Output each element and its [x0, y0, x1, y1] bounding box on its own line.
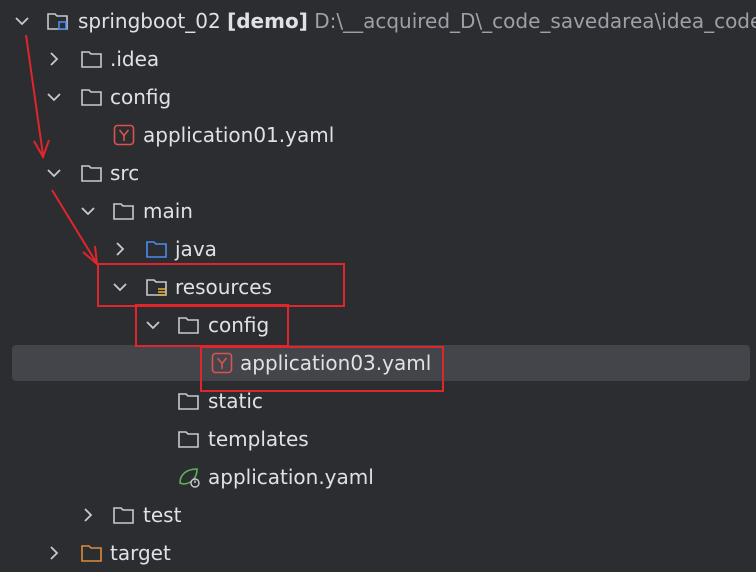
tree-label: static: [208, 389, 263, 413]
tree-label: target: [110, 541, 171, 565]
tree-row-project[interactable]: springboot_02 [demo] D:\__acquired_D\_co…: [0, 2, 756, 40]
project-name: springboot_02 [demo] D:\__acquired_D\_co…: [78, 8, 756, 34]
tree-row-idea[interactable]: .idea: [0, 40, 756, 78]
tree-row-src[interactable]: src: [0, 154, 756, 192]
chevron-down-icon[interactable]: [110, 277, 130, 297]
chevron-right-icon[interactable]: [78, 505, 98, 525]
spring-leaf-icon: [177, 465, 201, 489]
tree-label: .idea: [110, 47, 160, 71]
chevron-right-icon[interactable]: [110, 239, 130, 259]
tree-row-main[interactable]: main: [0, 192, 756, 230]
tree-label: config: [208, 313, 270, 337]
folder-icon: [80, 47, 104, 71]
excluded-folder-icon: [80, 541, 104, 565]
source-folder-icon: [145, 237, 169, 261]
chevron-down-icon[interactable]: [44, 163, 64, 183]
chevron-right-icon[interactable]: [44, 49, 64, 69]
folder-icon: [112, 503, 136, 527]
tree-row-resources-config[interactable]: config: [0, 306, 756, 344]
chevron-right-icon[interactable]: [44, 543, 64, 563]
tree-row-config[interactable]: config: [0, 78, 756, 116]
tree-label: application.yaml: [208, 465, 374, 489]
tree-label: src: [110, 161, 140, 185]
chevron-down-icon[interactable]: [44, 87, 64, 107]
tree-row-java[interactable]: java: [0, 230, 756, 268]
module-badge: [demo]: [227, 9, 308, 33]
folder-icon: [177, 389, 201, 413]
tree-label: main: [143, 199, 193, 223]
tree-row-application[interactable]: application.yaml: [0, 458, 756, 496]
folder-icon: [80, 161, 104, 185]
tree-row-application03[interactable]: application03.yaml: [12, 345, 750, 381]
yaml-file-icon: [112, 123, 136, 147]
yaml-file-icon: [210, 351, 234, 375]
tree-row-target[interactable]: target: [0, 534, 756, 572]
tree-row-templates[interactable]: templates: [0, 420, 756, 458]
tree-label: test: [143, 503, 182, 527]
tree-row-application01[interactable]: application01.yaml: [0, 116, 756, 154]
folder-icon: [80, 85, 104, 109]
tree-label: application03.yaml: [240, 351, 432, 375]
tree-row-resources[interactable]: resources: [0, 268, 756, 306]
folder-icon: [112, 199, 136, 223]
module-folder-icon: [46, 9, 70, 33]
tree-row-test[interactable]: test: [0, 496, 756, 534]
folder-icon: [177, 313, 201, 337]
tree-label: java: [175, 237, 217, 261]
chevron-down-icon[interactable]: [12, 11, 32, 31]
tree-label: resources: [175, 275, 272, 299]
project-path: D:\__acquired_D\_code_savedarea\idea_cod…: [314, 9, 756, 33]
resources-folder-icon: [145, 275, 169, 299]
chevron-down-icon[interactable]: [143, 315, 163, 335]
folder-icon: [177, 427, 201, 451]
tree-label: templates: [208, 427, 309, 451]
tree-row-static[interactable]: static: [0, 382, 756, 420]
tree-label: config: [110, 85, 172, 109]
chevron-down-icon[interactable]: [78, 201, 98, 221]
tree-label: application01.yaml: [143, 123, 335, 147]
